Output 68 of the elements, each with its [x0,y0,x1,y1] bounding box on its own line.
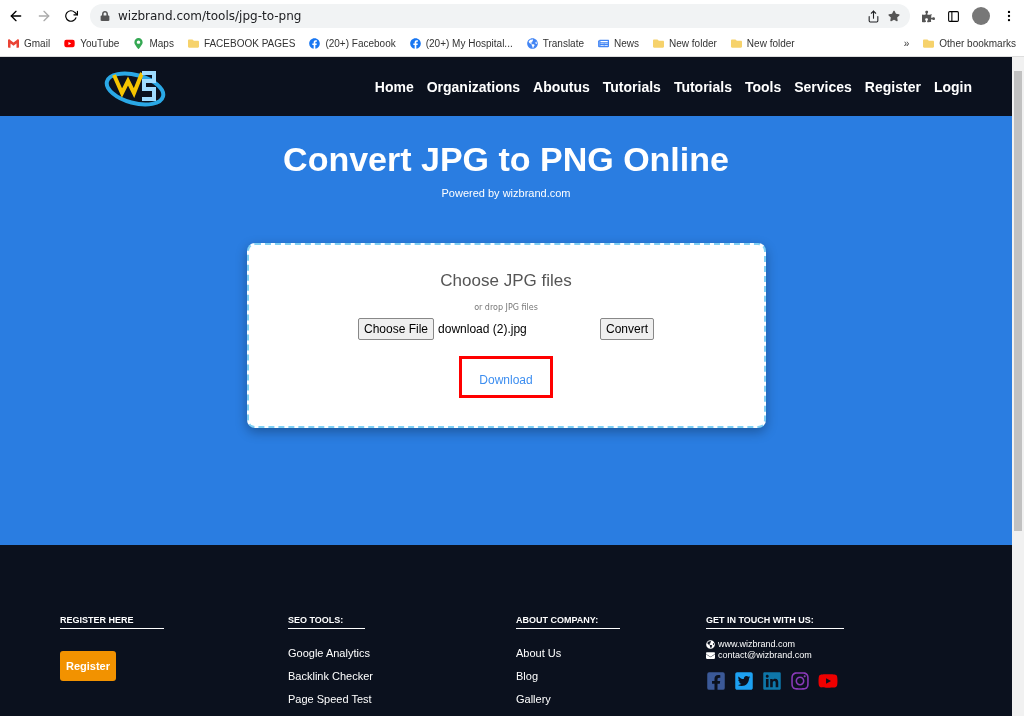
nav-link[interactable]: Services [794,78,852,95]
bookmark[interactable]: (20+) Facebook [325,37,396,49]
footer-link[interactable]: About Us [516,647,562,659]
folder-icon [187,37,199,49]
star-icon[interactable] [888,10,900,22]
contact-text[interactable]: contact@wizbrand.com [718,650,812,660]
bookmark[interactable]: (20+) My Hospital... [425,37,513,49]
contact-text[interactable]: www.wizbrand.com [718,639,796,649]
youtube-icon[interactable] [818,671,838,691]
nav-link[interactable]: Tutorials [602,78,661,95]
url-text: wizbrand.com/tools/jpg-to-png [118,9,303,23]
file-name: download (2).jpg [438,322,528,337]
reload-icon[interactable] [64,9,78,23]
bookmark-icon [309,37,321,49]
footer-heading: GET IN TOUCH WITH US: [706,615,844,629]
footer-heading: SEO TOOLS: [288,615,366,629]
nav-link[interactable]: Tools [744,78,782,95]
subtitle: Powered by wizbrand.com [441,187,571,200]
footer-link[interactable]: Gallery [516,693,551,705]
footer-heading: ABOUT COMPANY: [516,615,621,629]
drop-hint: or drop JPG files [474,303,538,313]
page-title: Convert JPG to PNG Online [283,140,729,180]
globe-icon [706,639,715,649]
linkedin-icon[interactable] [762,671,782,691]
footer-link[interactable]: Page Speed Test [288,693,372,705]
bookmark-icon [133,37,145,49]
footer-link[interactable]: Blog [516,670,539,682]
bookmark-icon [598,37,610,49]
nav-link[interactable]: Register [864,78,921,95]
nav-link[interactable]: Login [933,78,972,95]
folder-icon [653,37,665,49]
bookmark[interactable]: New folder [669,37,717,49]
bookmark[interactable]: YouTube [80,37,120,49]
folder-icon [730,37,742,49]
nav-link[interactable]: Home [374,78,414,95]
footer-heading: REGISTER HERE [60,615,164,629]
extensions-icon[interactable] [922,9,935,23]
share-icon[interactable] [867,9,880,23]
lock-icon [100,11,110,21]
bookmark[interactable]: Translate [542,37,585,49]
bookmark[interactable]: Gmail [24,37,51,49]
bookmark[interactable]: FACEBOOK PAGES [203,37,296,49]
bookmark[interactable]: News [614,37,640,49]
sidebar-icon[interactable] [947,9,960,23]
bookmark-icon [8,37,19,49]
bookmark[interactable]: Other bookmarks [939,37,1016,49]
avatar-icon[interactable] [972,7,990,25]
footer-link[interactable]: Backlink Checker [288,670,373,682]
nav-link[interactable]: Aboutus [533,78,590,95]
convert-button[interactable]: Convert [599,318,654,341]
footer-link[interactable]: Google Analytics [288,647,370,659]
bookmark-icon [526,37,538,49]
bookmark-icon [409,37,421,49]
facebook-icon[interactable] [706,671,726,691]
choose-file-button[interactable]: Choose File [358,318,435,341]
folder-icon [923,37,935,49]
nav-link[interactable]: Tutorials [673,78,732,95]
twitter-icon[interactable] [734,671,754,691]
upload-heading: Choose JPG files [440,271,572,292]
back-icon[interactable] [8,8,24,24]
more-bookmarks[interactable]: » [903,37,910,49]
nav-link[interactable]: Organizations [426,78,521,95]
bookmark[interactable]: New folder [746,37,795,49]
bookmark[interactable]: Maps [149,37,174,49]
instagram-icon[interactable] [790,671,810,691]
address-bar[interactable]: wizbrand.com/tools/jpg-to-png [90,4,910,28]
bookmark-icon [64,37,76,49]
envelope-icon [706,650,715,660]
